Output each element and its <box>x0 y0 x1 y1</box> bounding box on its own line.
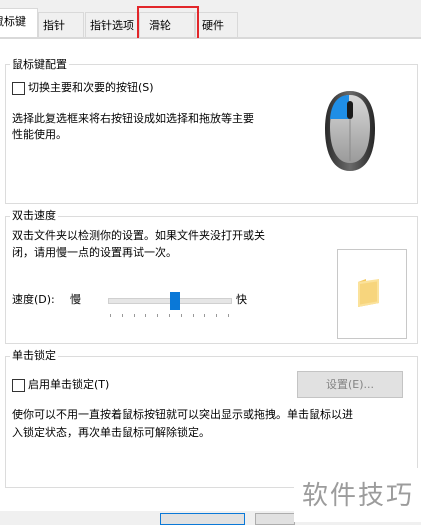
ok-button[interactable] <box>160 513 245 525</box>
double-click-description-1: 双击文件夹以检测你的设置。如果文件夹没打开或关 <box>12 229 265 242</box>
speed-slider-tick <box>122 314 123 317</box>
button-config-description-1: 选择此复选框来将右按钮设成如选择和拖放等主要 <box>12 112 254 125</box>
mouse-icon <box>325 91 375 171</box>
button-config-description-2: 性能使用。 <box>12 128 67 141</box>
tab-buttons-label: 鼠标键 <box>0 15 26 28</box>
speed-slider-tick <box>110 314 111 317</box>
click-lock-title: 单击锁定 <box>10 347 58 363</box>
speed-slider-tick <box>181 314 182 317</box>
click-lock-description-2: 入锁定状态，再次单击鼠标可解除锁定。 <box>12 426 210 439</box>
double-click-description-2: 闭，请用慢一点的设置再试一次。 <box>12 246 177 259</box>
speed-slow-label: 慢 <box>70 293 81 306</box>
speed-slider-tick <box>134 314 135 317</box>
speed-slider-tick <box>228 314 229 317</box>
tab-pointers[interactable]: 指针 <box>38 12 84 38</box>
speed-slider-tick <box>169 314 170 317</box>
tab-pointers-label: 指针 <box>43 19 65 32</box>
tab-pointer-options-label: 指针选项 <box>90 19 134 32</box>
speed-slider-thumb[interactable] <box>170 292 180 310</box>
speed-slider-tick <box>145 314 146 317</box>
tab-strip: 鼠标键 指针 指针选项 滑轮 硬件 <box>0 0 421 38</box>
button-config-title: 鼠标键配置 <box>10 56 69 72</box>
click-lock-label[interactable]: 启用单击锁定(T) <box>28 376 109 393</box>
tab-buttons[interactable]: 鼠标键 <box>0 8 38 38</box>
cancel-button[interactable] <box>255 513 295 525</box>
click-lock-checkbox[interactable] <box>12 379 25 392</box>
switch-buttons-label[interactable]: 切换主要和次要的按钮(S) <box>28 79 154 96</box>
watermark-text: 软件技巧 <box>302 481 415 511</box>
speed-slider-tick <box>193 314 194 317</box>
tab-hardware[interactable]: 硬件 <box>195 12 238 38</box>
speed-label: 速度(D): <box>12 293 55 306</box>
test-folder-area[interactable] <box>337 249 407 339</box>
folder-icon[interactable] <box>355 276 383 308</box>
speed-fast-label: 快 <box>236 293 247 306</box>
click-lock-settings-button[interactable]: 设置(E)... <box>297 371 403 398</box>
speed-slider-tick <box>157 314 158 317</box>
speed-slider-tick <box>216 314 217 317</box>
switch-buttons-checkbox[interactable] <box>12 82 25 95</box>
tab-hardware-label: 硬件 <box>202 19 224 32</box>
speed-slider-tick <box>204 314 205 317</box>
double-click-title: 双击速度 <box>10 207 58 223</box>
tab-pointer-options[interactable]: 指针选项 <box>85 12 138 38</box>
click-lock-description-1: 使你可以不用一直按着鼠标按钮就可以突出显示或拖拽。单击鼠标以进 <box>12 408 353 421</box>
